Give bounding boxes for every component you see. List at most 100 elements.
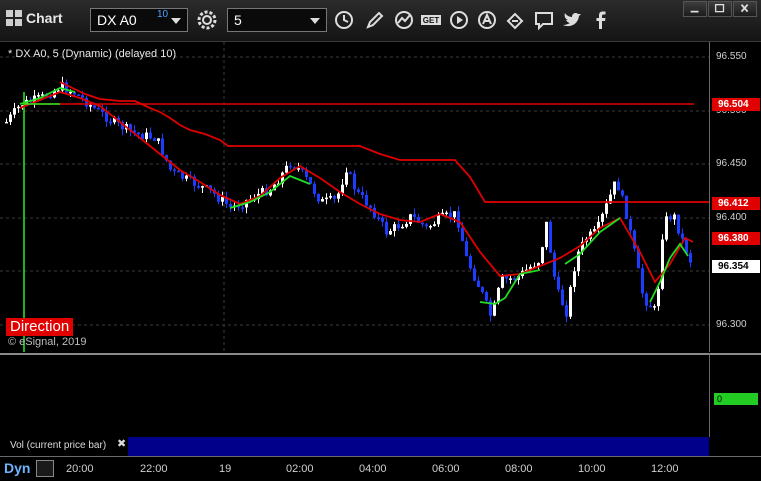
price-axis-label: 96.400 (716, 212, 747, 223)
candle-body (433, 224, 436, 227)
pencil-icon[interactable] (364, 9, 386, 31)
chart-app-icon (6, 10, 22, 26)
interval-input[interactable]: 5 (227, 8, 327, 32)
candle-body (465, 241, 468, 257)
candle-body (473, 268, 476, 281)
candle-body (645, 293, 648, 306)
candle-body (145, 132, 148, 140)
candle-body (333, 196, 336, 199)
price-chart[interactable]: * DX A0, 5 (Dynamic) (delayed 10) (0, 42, 709, 352)
candle-body (357, 189, 360, 192)
time-label: 20:00 (66, 463, 94, 475)
candle-body (481, 287, 484, 293)
play-icon[interactable] (448, 9, 470, 31)
candle-body (553, 252, 556, 277)
candle-body (469, 256, 472, 269)
candle-body (365, 194, 368, 206)
direction-label: Direction (6, 318, 74, 336)
candle-body (77, 94, 80, 96)
settings-gear-icon[interactable] (196, 9, 218, 31)
candle-body (601, 213, 604, 222)
study-icon[interactable] (393, 9, 415, 31)
volume-value-tag: 0 (714, 393, 758, 405)
candle-body (377, 217, 380, 219)
app-title: Chart (6, 10, 63, 26)
twitter-icon[interactable] (561, 9, 583, 31)
candle-body (325, 197, 328, 200)
chevron-down-icon[interactable] (310, 18, 320, 24)
candle-body (669, 216, 672, 220)
candle-body (201, 186, 204, 188)
get-icon[interactable]: GET (420, 9, 442, 31)
candle-body (457, 211, 460, 228)
candle-body (485, 292, 488, 301)
candle-body (425, 224, 428, 227)
time-label: 10:00 (578, 463, 606, 475)
candle-body (337, 193, 340, 199)
price-chart-canvas[interactable] (0, 42, 709, 352)
candle-body (385, 221, 388, 235)
symbol-delay-superscript: 10 (157, 9, 169, 20)
candle-body (641, 268, 644, 294)
candle-body (665, 216, 668, 240)
candle-body (157, 138, 160, 141)
candle-body (241, 207, 244, 209)
candle-body (109, 121, 112, 124)
candle-body (625, 195, 628, 219)
candle-body (621, 190, 624, 196)
candle-body (477, 280, 480, 288)
time-label: 02:00 (286, 463, 314, 475)
candle-body (185, 175, 188, 179)
red-ma-price-tag: 96.380 (712, 232, 760, 245)
close-study-icon[interactable]: ✖ (117, 437, 126, 450)
green-moving-average (19, 87, 689, 305)
minimize-button[interactable] (683, 1, 707, 17)
link-icon[interactable] (504, 9, 526, 31)
chevron-down-icon[interactable] (171, 18, 181, 24)
candle-body (13, 108, 16, 115)
candle-body (569, 286, 572, 317)
volume-pane[interactable] (0, 353, 709, 437)
price-axis[interactable]: 96.550 96.500 96.450 96.400 96.350 96.30… (709, 42, 761, 352)
comment-icon[interactable] (533, 9, 555, 31)
symbol-input[interactable]: DX A0 10 (90, 8, 188, 32)
time-label: 04:00 (359, 463, 387, 475)
candle-body (229, 203, 232, 207)
candle-body (613, 181, 616, 195)
facebook-icon[interactable] (590, 9, 612, 31)
candle-body (105, 111, 108, 122)
candle-body (173, 169, 176, 172)
candle-body (393, 224, 396, 231)
candle-body (605, 203, 608, 214)
candlestick-series (5, 76, 692, 323)
maximize-button[interactable] (708, 1, 732, 17)
clock-icon[interactable] (333, 9, 355, 31)
candle-body (573, 271, 576, 287)
candle-body (445, 212, 448, 215)
candle-body (677, 214, 680, 234)
candle-body (545, 221, 548, 248)
candle-body (221, 197, 224, 202)
dynamic-mode-icon[interactable] (36, 460, 54, 477)
candle-body (657, 288, 660, 307)
candle-body (37, 95, 40, 97)
dynamic-mode-label[interactable]: Dyn (4, 460, 30, 476)
close-button[interactable] (733, 1, 757, 17)
time-axis[interactable]: Dyn 20:00 22:00 19 02:00 04:00 06:00 08:… (0, 456, 761, 481)
candle-body (17, 106, 20, 109)
price-axis-label: 96.450 (716, 158, 747, 169)
candle-body (661, 239, 664, 289)
candle-body (349, 172, 352, 174)
candle-body (501, 275, 504, 288)
candle-body (461, 227, 464, 242)
candle-body (421, 222, 424, 225)
candle-body (289, 165, 292, 168)
candle-body (397, 224, 400, 229)
symbol-value: DX A0 (97, 12, 137, 28)
candle-body (409, 214, 412, 224)
candle-body (69, 91, 72, 94)
alert-icon[interactable] (476, 9, 498, 31)
high-line-price-tag: 96.504 (712, 98, 760, 111)
time-label: 06:00 (432, 463, 460, 475)
candle-body (453, 211, 456, 218)
